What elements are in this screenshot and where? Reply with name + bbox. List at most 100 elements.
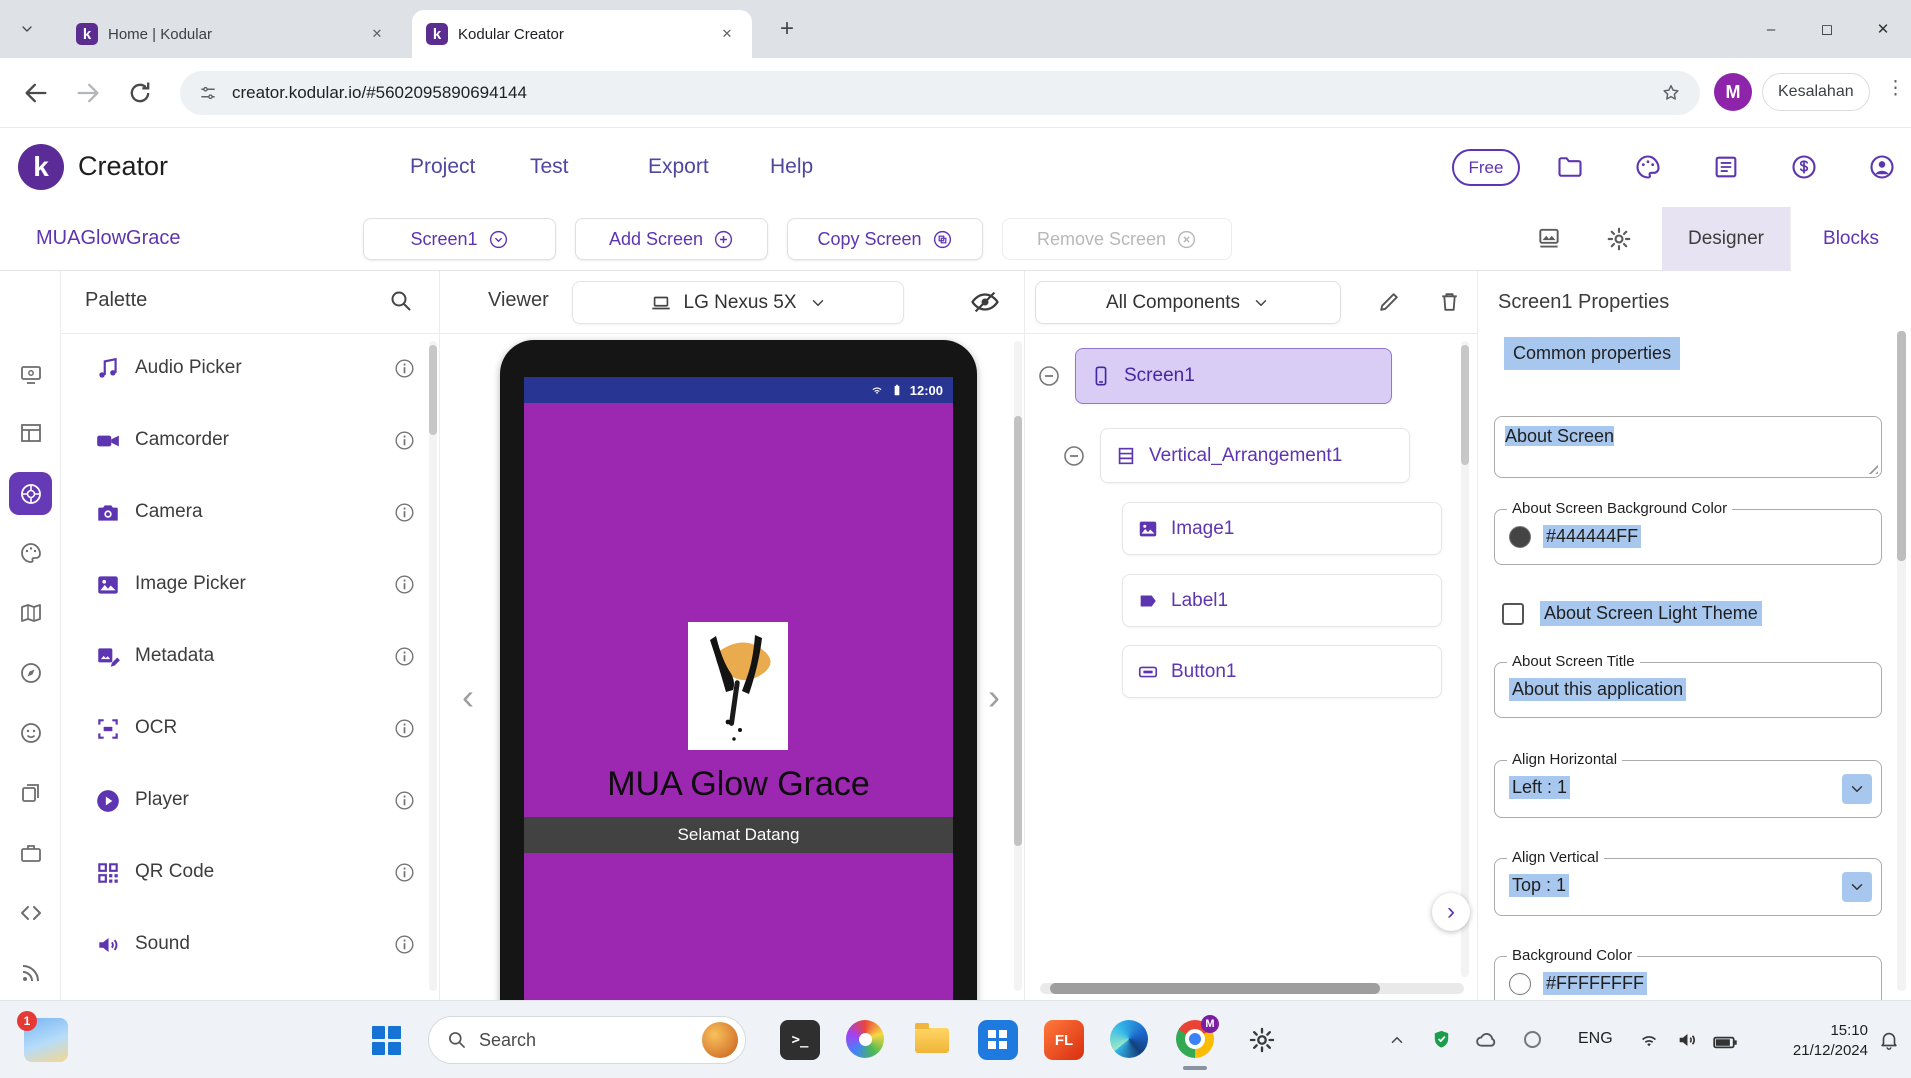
close-tab-icon[interactable]: ✕ (366, 23, 388, 45)
address-bar[interactable]: creator.kodular.io/#5602095890694144 (180, 71, 1700, 115)
collapse-toggle-icon[interactable] (1062, 444, 1086, 468)
rename-pencil-icon[interactable] (1377, 289, 1402, 314)
component-tree-item-button1[interactable]: Button1 (1122, 645, 1442, 698)
color-swatch[interactable] (1509, 526, 1531, 548)
close-tab-icon[interactable]: ✕ (716, 23, 738, 45)
info-icon[interactable] (394, 574, 415, 595)
about-screen-input[interactable]: About Screen (1494, 416, 1882, 478)
app-image[interactable] (688, 622, 788, 750)
project-folder-icon[interactable] (1556, 153, 1584, 181)
rail-category-sensors-icon[interactable] (9, 651, 52, 694)
plan-badge[interactable]: Free (1452, 149, 1520, 186)
component-tree-item-vertical-arrangement1[interactable]: Vertical_Arrangement1 (1100, 428, 1410, 483)
taskbar-edge-icon[interactable] (1110, 1020, 1148, 1058)
palette-scrollbar[interactable] (429, 341, 437, 991)
close-window-button[interactable]: ✕ (1855, 0, 1911, 58)
info-icon[interactable] (394, 646, 415, 667)
tab-search-button[interactable] (12, 14, 42, 44)
collapse-palette-icon[interactable]: ‹ (462, 679, 474, 715)
taskbar-search[interactable]: Search (428, 1016, 746, 1064)
about-screen-title-field[interactable]: About Screen Title About this applicatio… (1494, 662, 1882, 718)
profile-avatar[interactable]: M (1714, 73, 1752, 111)
rail-category-social-icon[interactable] (9, 711, 52, 754)
about-screen-light-theme-checkbox[interactable] (1502, 603, 1524, 625)
rail-category-maps-icon[interactable] (9, 591, 52, 634)
search-icon[interactable] (389, 289, 413, 313)
taskbar-photos-icon[interactable] (846, 1020, 884, 1058)
add-screen-button[interactable]: Add Screen (575, 218, 768, 260)
rail-category-media-icon[interactable] (9, 472, 52, 515)
viewer-scrollbar[interactable] (1014, 341, 1022, 991)
device-selector[interactable]: LG Nexus 5X (572, 281, 904, 324)
info-icon[interactable] (394, 790, 415, 811)
taskbar-store-icon[interactable] (978, 1020, 1018, 1060)
clock[interactable]: 15:10 21/12/2024 (1756, 1021, 1868, 1062)
components-filter-dropdown[interactable]: All Components (1035, 281, 1341, 324)
bookmark-star-icon[interactable] (1660, 82, 1682, 104)
align-horizontal-select[interactable]: Align Horizontal Left : 1 (1494, 760, 1882, 818)
component-tree-item-label1[interactable]: Label1 (1122, 574, 1442, 627)
info-icon[interactable] (394, 358, 415, 379)
palette-item-player[interactable]: Player (61, 765, 439, 837)
reload-icon[interactable] (126, 79, 154, 107)
palette-item-sound[interactable]: Sound (61, 909, 439, 981)
screen-selector-button[interactable]: Screen1 (363, 218, 556, 260)
widgets-button[interactable]: 1 (24, 1018, 68, 1062)
browser-tab-home[interactable]: k Home | Kodular ✕ (62, 10, 402, 58)
properties-scrollbar[interactable] (1897, 331, 1906, 991)
remove-screen-button[interactable]: Remove Screen (1002, 218, 1232, 260)
search-highlight-icon[interactable] (702, 1022, 738, 1058)
new-tab-button[interactable]: + (772, 14, 802, 44)
rail-category-screens-icon[interactable] (9, 353, 52, 396)
site-settings-icon[interactable] (198, 83, 218, 103)
delete-trash-icon[interactable] (1437, 289, 1462, 314)
info-icon[interactable] (394, 502, 415, 523)
visibility-toggle-icon[interactable] (970, 287, 1000, 317)
panel-expander-button[interactable]: › (1432, 893, 1470, 931)
rail-category-utilities-icon[interactable] (9, 831, 52, 874)
palette-item-camera[interactable]: Camera (61, 477, 439, 549)
taskbar-terminal-icon[interactable] (780, 1020, 820, 1060)
kodular-logo[interactable]: k (18, 144, 64, 190)
menu-help[interactable]: Help (770, 155, 813, 179)
expand-viewer-icon[interactable]: › (988, 679, 1000, 715)
component-tree-item-screen1[interactable]: Screen1 (1075, 348, 1392, 404)
rail-category-drawing-icon[interactable] (9, 531, 52, 574)
component-tree-item-image1[interactable]: Image1 (1122, 502, 1442, 555)
palette-item-metadata[interactable]: Metadata (61, 621, 439, 693)
color-swatch[interactable] (1509, 973, 1531, 995)
language-indicator[interactable]: ENG (1578, 1030, 1613, 1048)
onedrive-cloud-icon[interactable] (1474, 1028, 1499, 1053)
info-icon[interactable] (394, 718, 415, 739)
palette-item-qr-code[interactable]: QR Code (61, 837, 439, 909)
maximize-button[interactable]: ◻ (1799, 0, 1855, 58)
palette-item-ocr[interactable]: OCR (61, 693, 439, 765)
battery-icon[interactable] (1712, 1029, 1738, 1055)
rail-category-connectivity-icon[interactable] (9, 891, 52, 934)
menu-project[interactable]: Project (410, 155, 475, 179)
info-icon[interactable] (394, 430, 415, 451)
forward-icon[interactable] (74, 79, 102, 107)
menu-test[interactable]: Test (530, 155, 569, 179)
wifi-icon[interactable] (1638, 1029, 1660, 1051)
palette-item-camcorder[interactable]: Camcorder (61, 405, 439, 477)
browser-menu-icon[interactable]: ⋮ (1886, 77, 1906, 100)
palette-item-audio-picker[interactable]: Audio Picker (61, 333, 439, 405)
rail-category-storage-icon[interactable] (9, 771, 52, 814)
rail-category-experimental-icon[interactable] (9, 951, 52, 994)
info-icon[interactable] (394, 862, 415, 883)
components-hscrollbar[interactable] (1040, 983, 1464, 994)
chevron-down-icon[interactable] (1842, 872, 1872, 902)
align-vertical-select[interactable]: Align Vertical Top : 1 (1494, 858, 1882, 916)
tray-chevron-up-icon[interactable] (1388, 1031, 1406, 1049)
rail-category-layout-icon[interactable] (9, 411, 52, 454)
back-icon[interactable] (22, 79, 50, 107)
collapse-toggle-icon[interactable] (1037, 364, 1061, 388)
news-icon[interactable] (1712, 153, 1740, 181)
chevron-down-icon[interactable] (1842, 774, 1872, 804)
volume-icon[interactable] (1676, 1029, 1698, 1051)
notifications-bell-icon[interactable] (1878, 1029, 1900, 1051)
assets-icon[interactable] (1536, 226, 1562, 252)
tab-blocks[interactable]: Blocks (1790, 207, 1911, 271)
settings-gear-icon[interactable] (1606, 226, 1632, 252)
